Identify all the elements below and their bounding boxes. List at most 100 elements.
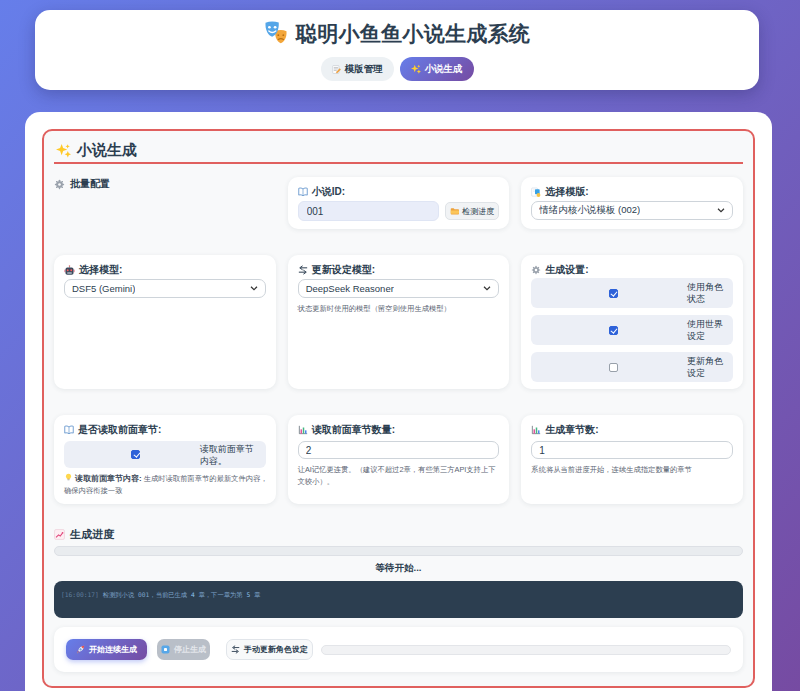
tab-bar: 模版管理 小说生成	[35, 57, 759, 81]
section-divider	[54, 162, 743, 164]
config-grid: 批量配置 小说ID:	[54, 177, 743, 504]
generation-settings-label-row: 生成设置:	[531, 264, 733, 276]
read-previous-label: 是否读取前面章节:	[78, 423, 161, 437]
model-card: 选择模型: DSF5 (Gemini)	[54, 255, 276, 389]
chapter-count-label: 生成章节数:	[545, 423, 598, 437]
stop-generation-button[interactable]: 停止生成	[157, 639, 210, 660]
stop-icon	[161, 645, 170, 654]
stop-generation-label: 停止生成	[174, 644, 206, 655]
previous-count-label: 读取前面章节数量:	[312, 423, 395, 437]
app-header: 聪明小鱼鱼小说生成系统 模版管理 小说生成	[35, 10, 759, 90]
tab-template-management[interactable]: 模版管理	[321, 57, 394, 81]
chart-increasing-icon	[54, 529, 65, 540]
bar-chart-icon	[298, 425, 308, 435]
batch-config-label: 批量配置	[54, 177, 276, 190]
update-model-label: 更新设定模型:	[312, 263, 375, 277]
read-previous-checkbox[interactable]	[131, 450, 140, 459]
log-timestamp: [16:00:17]	[61, 591, 99, 598]
open-book-icon	[298, 187, 308, 197]
swap-arrows-icon	[231, 645, 240, 654]
use-world-setting-row: 使用世界设定	[531, 315, 733, 345]
read-previous-option-label: 读取前面章节内容。	[200, 443, 260, 467]
novel-id-label-row: 小说ID:	[298, 186, 500, 198]
checkbox-zone	[539, 363, 687, 372]
theater-masks-icon	[264, 21, 289, 46]
update-model-select[interactable]: DeepSeek Reasoner	[298, 279, 500, 298]
template-select-value: 情绪内核小说模板 (002)	[539, 204, 640, 217]
template-label-row: 选择模版:	[531, 186, 733, 198]
model-label: 选择模型:	[79, 263, 122, 277]
chapter-count-input[interactable]	[531, 441, 733, 459]
memo-icon	[332, 65, 341, 74]
template-select[interactable]: 情绪内核小说模板 (002)	[531, 201, 733, 220]
novel-id-input[interactable]	[298, 201, 440, 221]
model-select[interactable]: DSF5 (Gemini)	[64, 279, 266, 298]
start-generation-label: 开始连续生成	[89, 644, 137, 655]
checkbox-zone	[539, 326, 687, 335]
update-model-label-row: 更新设定模型:	[298, 264, 500, 276]
open-book-icon	[64, 425, 74, 435]
use-world-setting-label: 使用世界设定	[687, 318, 727, 342]
previous-count-input[interactable]	[298, 441, 500, 459]
novel-id-row: 检测进度	[298, 201, 500, 221]
update-character-setting-checkbox[interactable]	[609, 363, 618, 372]
main-container: 小说生成 批量配置	[25, 112, 772, 691]
read-previous-card: 是否读取前面章节: 读取前面章节内容。 读取前面章节内容: 生成时读取前面章节的…	[54, 415, 276, 504]
read-previous-hint: 读取前面章节内容: 生成时读取前面章节的最新文件内容，确保内容衔接一致	[64, 473, 273, 497]
previous-count-label-row: 读取前面章节数量:	[298, 424, 500, 436]
chevron-down-icon	[717, 208, 725, 213]
swap-arrows-icon	[298, 265, 308, 275]
manual-update-character-button[interactable]: 手动更新角色设定	[226, 639, 313, 660]
read-previous-hint-bold: 读取前面章节内容:	[75, 474, 142, 483]
section-title-row: 小说生成	[54, 141, 743, 158]
chapter-count-card: 生成章节数: 系统将从当前进度开始，连续生成指定数量的章节	[521, 415, 743, 504]
novel-id-label: 小说ID:	[312, 185, 345, 199]
log-message: 章	[250, 591, 260, 598]
chevron-down-icon	[483, 286, 491, 291]
tab-generation-label: 小说生成	[425, 63, 463, 76]
gear-icon	[531, 265, 541, 275]
update-character-setting-row: 更新角色设定	[531, 352, 733, 382]
update-model-hint: 状态更新时使用的模型（留空则使用生成模型）	[298, 303, 500, 315]
section-title: 小说生成	[77, 142, 137, 158]
start-generation-button[interactable]: 开始连续生成	[66, 639, 147, 660]
progress-status: 等待开始...	[54, 562, 743, 574]
generation-settings-card: 生成设置: 使用角色状态 使用世界设定 更新角色设定	[521, 255, 743, 389]
use-character-state-row: 使用角色状态	[531, 278, 733, 308]
gear-icon	[54, 179, 65, 190]
robot-icon	[64, 265, 75, 276]
progress-bar	[54, 546, 743, 556]
template-card: 选择模版: 情绪内核小说模板 (002)	[521, 177, 743, 229]
log-console[interactable]: [16:00:17] 检测到小说 001，当前已生成 4 章，下一章为第 5 章	[54, 581, 743, 618]
chapter-count-hint: 系统将从当前进度开始，连续生成指定数量的章节	[531, 464, 733, 476]
model-select-value: DSF5 (Gemini)	[72, 283, 135, 294]
model-label-row: 选择模型:	[64, 264, 266, 276]
generation-settings-label: 生成设置:	[545, 263, 588, 277]
update-progress-bar	[321, 645, 731, 655]
check-progress-label: 检测进度	[462, 206, 494, 217]
action-button-bar: 开始连续生成 停止生成 手动更新角色设定	[54, 627, 743, 672]
tab-template-label: 模版管理	[345, 63, 383, 76]
progress-heading: 生成进度	[54, 528, 743, 540]
chevron-down-icon	[250, 286, 258, 291]
folder-icon	[450, 207, 459, 216]
checkbox-zone	[72, 450, 200, 459]
update-character-setting-label: 更新角色设定	[687, 355, 727, 379]
sparkles-icon	[56, 143, 71, 158]
read-previous-row: 读取前面章节内容。	[64, 441, 266, 468]
use-character-state-checkbox[interactable]	[609, 289, 618, 298]
use-character-state-label: 使用角色状态	[687, 281, 727, 305]
rocket-icon	[76, 645, 85, 654]
chapter-count-label-row: 生成章节数:	[531, 424, 733, 436]
use-world-setting-checkbox[interactable]	[609, 326, 618, 335]
lightbulb-icon	[64, 473, 73, 482]
check-progress-button[interactable]: 检测进度	[445, 202, 499, 220]
update-model-card: 更新设定模型: DeepSeek Reasoner 状态更新时使用的模型（留空则…	[288, 255, 510, 389]
read-previous-label-row: 是否读取前面章节:	[64, 424, 266, 436]
tab-novel-generation[interactable]: 小说生成	[400, 57, 474, 81]
checkbox-zone	[539, 289, 687, 298]
title-row: 聪明小鱼鱼小说生成系统	[35, 20, 759, 47]
previous-count-hint: 让AI记忆更连贯。（建议不超过2章，有些第三方API支持上下文较小）。	[298, 464, 500, 488]
sparkles-icon	[411, 64, 421, 74]
log-message: 检测到小说 001，当前已生成	[99, 591, 191, 598]
